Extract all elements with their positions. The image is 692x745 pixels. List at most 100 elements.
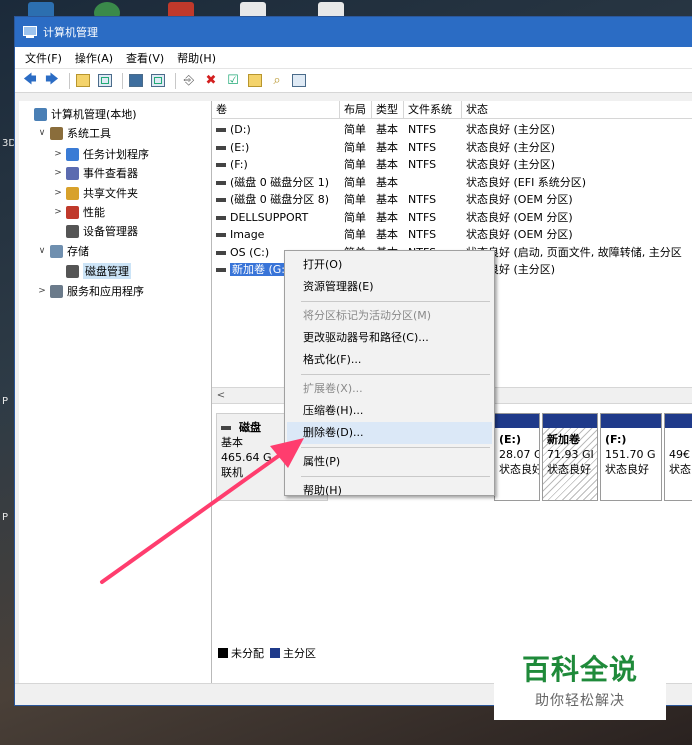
partition-next[interactable]: 49€ 状态 xyxy=(664,413,692,501)
menu-separator xyxy=(301,374,490,375)
table-cell: 状态良好 (主分区) xyxy=(466,123,556,136)
watermark-subtitle: 助你轻松解决 xyxy=(535,693,625,709)
shared-folder-icon xyxy=(66,186,79,200)
volume-list-header: 卷 布局 类型 文件系统 状态 xyxy=(212,101,692,119)
context-menu-item[interactable]: 压缩卷(H)... xyxy=(287,400,492,422)
context-menu-item[interactable]: 删除卷(D)... xyxy=(287,422,492,444)
context-menu-item[interactable]: 资源管理器(E) xyxy=(287,276,492,298)
menu-view[interactable]: 查看(V) xyxy=(126,50,164,66)
table-row[interactable]: (D:) 简单 基本 NTFS 状态良好 (主分区) xyxy=(212,121,692,138)
expand-icon[interactable]: > xyxy=(53,149,63,159)
tree-item[interactable]: 设备管理器 xyxy=(53,222,138,240)
table-row[interactable]: (E:) 简单 基本 NTFS 状态良好 (主分区) xyxy=(212,139,692,156)
tree-item[interactable]: > 任务计划程序 xyxy=(53,145,149,163)
table-cell: (E:) xyxy=(212,139,340,156)
table-row[interactable]: (F:) 简单 基本 NTFS 状态良好 (主分区) xyxy=(212,156,692,173)
context-menu-item[interactable]: 属性(P) xyxy=(287,451,492,473)
partition-status: 状态 xyxy=(669,463,691,476)
partition-name: (F:) xyxy=(605,433,627,446)
table-cell: 状态良好 (OEM 分区) xyxy=(466,210,573,224)
tree-item[interactable]: ∨ 存储 xyxy=(37,242,89,260)
legend: 未分配 主分区 xyxy=(218,645,316,661)
column-header-layout[interactable]: 布局 xyxy=(340,101,372,119)
table-cell: NTFS xyxy=(408,158,437,171)
tree-item[interactable]: > 事件查看器 xyxy=(53,164,138,182)
tree-item[interactable]: ∨ 系统工具 xyxy=(37,124,111,142)
performance-icon xyxy=(66,205,79,219)
collapse-icon[interactable]: ∨ xyxy=(37,246,47,256)
table-cell: 基本 xyxy=(376,140,398,154)
properties-icon[interactable] xyxy=(149,72,167,90)
help-icon[interactable] xyxy=(127,72,145,90)
column-header-status[interactable]: 状态 xyxy=(462,101,692,119)
partition-size: 71.93 GI xyxy=(547,448,594,461)
title-bar[interactable]: 计算机管理 xyxy=(15,17,692,47)
context-menu-item[interactable]: 格式化(F)... xyxy=(287,349,492,371)
volume-icon xyxy=(216,128,226,132)
tree-item-label: 性能 xyxy=(83,206,105,219)
tree-item[interactable]: > 共享文件夹 xyxy=(53,184,138,202)
tree-item[interactable]: 磁盘管理 xyxy=(53,262,131,280)
column-header-volume[interactable]: 卷 xyxy=(212,101,340,119)
connect-icon[interactable]: ⎆ xyxy=(180,72,198,90)
partition-bar xyxy=(665,414,692,428)
disk-management-icon xyxy=(66,264,79,278)
console-icon[interactable] xyxy=(290,72,308,90)
computer-management-icon xyxy=(23,25,37,39)
tree-item[interactable]: > 服务和应用程序 xyxy=(37,282,144,300)
back-icon[interactable]: 🡄 xyxy=(21,72,39,90)
tree-item-label: 存储 xyxy=(67,245,89,258)
collapse-icon[interactable]: ∨ xyxy=(37,128,47,138)
partition-bar xyxy=(495,414,539,428)
table-row[interactable]: DELLSUPPORT 简单 基本 NTFS 状态良好 (OEM 分区) xyxy=(212,209,692,226)
tree-item-label: 事件查看器 xyxy=(83,167,138,180)
partition-f[interactable]: (F:) 151.70 G 状态良好 xyxy=(600,413,662,501)
volume-icon xyxy=(216,250,226,255)
table-cell: (磁盘 0 磁盘分区 8) xyxy=(212,191,340,208)
menu-action[interactable]: 操作(A) xyxy=(75,50,113,66)
open-icon[interactable] xyxy=(246,72,264,90)
expand-icon[interactable]: > xyxy=(37,286,47,296)
navigation-tree: 计算机管理(本地) ∨ 系统工具 > 任务计划程序 > 事件查看器 > 共享文件夹 > 性能 设备管理… xyxy=(19,101,211,683)
tree-item[interactable]: > 性能 xyxy=(53,203,105,221)
table-cell: 简单 xyxy=(344,210,366,224)
column-header-filesystem[interactable]: 文件系统 xyxy=(404,101,462,119)
context-menu-item[interactable]: 更改驱动器号和路径(C)... xyxy=(287,327,492,349)
context-menu-item[interactable]: 帮助(H) xyxy=(287,480,492,502)
show-hide-tree-icon[interactable] xyxy=(96,72,114,90)
context-menu-item[interactable]: 打开(O) xyxy=(287,254,492,276)
search-icon[interactable]: ⌕ xyxy=(268,72,286,90)
volume-icon xyxy=(216,215,226,220)
forward-icon[interactable]: 🡆 xyxy=(43,72,61,90)
volume-name: Image xyxy=(230,228,265,241)
table-cell: 状态良好 (OEM 分区) xyxy=(466,228,573,241)
table-cell: Image xyxy=(212,226,340,243)
table-cell: (F:) xyxy=(212,156,340,173)
tree-item-label: 计算机管理(本地) xyxy=(51,108,137,121)
delete-icon[interactable]: ✖ xyxy=(202,72,220,90)
up-folder-icon[interactable] xyxy=(74,72,92,90)
tree-item[interactable]: 计算机管理(本地) xyxy=(21,105,137,123)
expand-icon[interactable]: > xyxy=(53,207,63,217)
window-title: 计算机管理 xyxy=(43,26,98,39)
column-header-type[interactable]: 类型 xyxy=(372,101,404,119)
table-row[interactable]: (磁盘 0 磁盘分区 8) 简单 基本 NTFS 状态良好 (OEM 分区) xyxy=(212,191,692,208)
tools-icon xyxy=(50,126,63,140)
scroll-left-icon[interactable]: < xyxy=(214,389,228,403)
menu-help[interactable]: 帮助(H) xyxy=(177,50,216,66)
partition-new-volume[interactable]: 新加卷 71.93 GI 状态良好 xyxy=(542,413,598,501)
table-cell: NTFS xyxy=(408,210,437,224)
menu-file[interactable]: 文件(F) xyxy=(25,50,62,66)
table-cell: NTFS xyxy=(408,123,437,136)
table-cell: 状态良好 (启动, 页面文件, 故障转储, 主分区 xyxy=(466,245,682,259)
expand-icon[interactable]: > xyxy=(53,188,63,198)
table-cell: 基本 xyxy=(376,158,398,171)
check-icon[interactable]: ☑ xyxy=(224,72,242,90)
table-row[interactable]: Image 简单 基本 NTFS 状态良好 (OEM 分区) xyxy=(212,226,692,243)
partition-e[interactable]: (E:) 28.07 G 状态良好 xyxy=(494,413,540,501)
table-cell: 简单 xyxy=(344,140,366,154)
partition-name: 新加卷 xyxy=(547,433,580,446)
volume-name: (磁盘 0 磁盘分区 1) xyxy=(230,175,330,189)
expand-icon[interactable]: > xyxy=(53,168,63,178)
table-row[interactable]: (磁盘 0 磁盘分区 1) 简单 基本 状态良好 (EFI 系统分区) xyxy=(212,174,692,191)
